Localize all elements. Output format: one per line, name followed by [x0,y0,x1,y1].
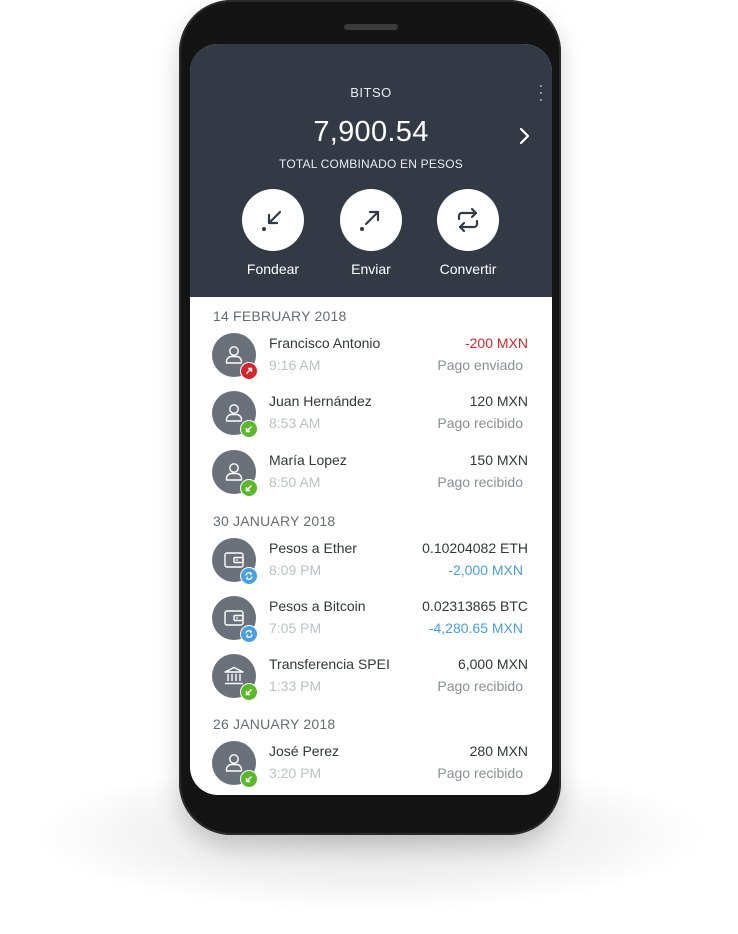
enviar-button[interactable]: Enviar [326,189,416,277]
transaction-name: Pesos a Bitcoin [269,598,366,614]
date-header: 30 JANUARY 2018 [213,513,336,529]
date-header: 14 FEBRUARY 2018 [213,308,347,324]
transaction-amount: 120 MXN [469,393,528,409]
transaction-amount: -200 MXN [464,335,528,351]
overflow-menu-icon[interactable] [538,85,544,101]
transaction-amount: 280 MXN [469,743,528,759]
received-badge-icon [240,683,258,701]
transaction-row[interactable]: Juan Hernández 8:53 AM 120 MXN Pago reci… [190,391,552,441]
transaction-status: Pago recibido [437,474,523,490]
phone-speaker [344,24,398,30]
arrow-down-left-icon [242,189,304,251]
fondear-label: Fondear [246,261,300,277]
transaction-row[interactable]: María Lopez 8:50 AM 150 MXN Pago recibid… [190,450,552,500]
transaction-status: -2,000 MXN [448,562,523,578]
transaction-name: José Perez [269,743,340,759]
swap-arrows-icon [437,189,499,251]
transaction-amount: 6,000 MXN [457,656,528,672]
enviar-label: Enviar [351,261,391,277]
balance-header: BITSO 7,900.54 TOTAL COMBINADO EN PESOS [190,44,552,297]
transaction-time: 3:20 PM [269,765,322,781]
transaction-name: Pesos a Ether [269,540,357,556]
transaction-name: Transferencia SPEI [269,656,390,672]
transaction-time: 8:09 PM [269,562,322,578]
sent-badge-icon [240,362,258,380]
transaction-row[interactable]: Pesos a Ether 8:09 PM 0.10204082 ETH -2,… [190,538,552,588]
chevron-right-icon[interactable] [514,126,534,146]
balance-amount: 7,900.54 [313,116,429,148]
transaction-time: 1:33 PM [269,678,322,694]
transaction-time: 8:50 AM [269,474,321,490]
transaction-amount: 0.02313865 BTC [422,598,528,614]
transaction-status: Pago enviado [437,357,523,373]
fondear-button[interactable]: Fondear [228,189,318,277]
transaction-row[interactable]: Francisco Antonio 9:16 AM -200 MXN Pago … [190,333,552,383]
date-header: 26 JANUARY 2018 [213,716,336,732]
transaction-time: 7:05 PM [269,620,322,636]
convertir-button[interactable]: Convertir [423,189,513,277]
transaction-row[interactable]: José Perez 3:20 PM 280 MXN Pago recibido [190,741,552,791]
phone-frame: BITSO 7,900.54 TOTAL COMBINADO EN PESOS [179,0,561,835]
transaction-time: 8:53 AM [269,415,321,431]
transaction-status: -4,280.65 MXN [428,620,523,636]
arrow-up-right-icon [340,189,402,251]
app-title: BITSO [350,85,392,100]
convertir-label: Convertir [439,261,497,277]
transaction-name: María Lopez [269,452,347,468]
transaction-status: Pago recibido [437,678,523,694]
transaction-name: Juan Hernández [269,393,372,409]
convert-badge-icon [240,567,258,585]
transaction-amount: 150 MXN [469,452,528,468]
app-screen: BITSO 7,900.54 TOTAL COMBINADO EN PESOS [190,44,552,795]
transaction-row[interactable]: Transferencia SPEI 1:33 PM 6,000 MXN Pag… [190,654,552,704]
received-badge-icon [240,770,258,788]
convert-badge-icon [240,625,258,643]
transaction-time: 9:16 AM [269,357,321,373]
transaction-amount: 0.10204082 ETH [422,540,528,556]
transaction-status: Pago recibido [437,765,523,781]
transaction-row[interactable]: Pesos a Bitcoin 7:05 PM 0.02313865 BTC -… [190,596,552,646]
received-badge-icon [240,420,258,438]
received-badge-icon [240,479,258,497]
balance-label: TOTAL COMBINADO EN PESOS [279,157,463,171]
transaction-status: Pago recibido [437,415,523,431]
transaction-name: Francisco Antonio [269,335,381,351]
